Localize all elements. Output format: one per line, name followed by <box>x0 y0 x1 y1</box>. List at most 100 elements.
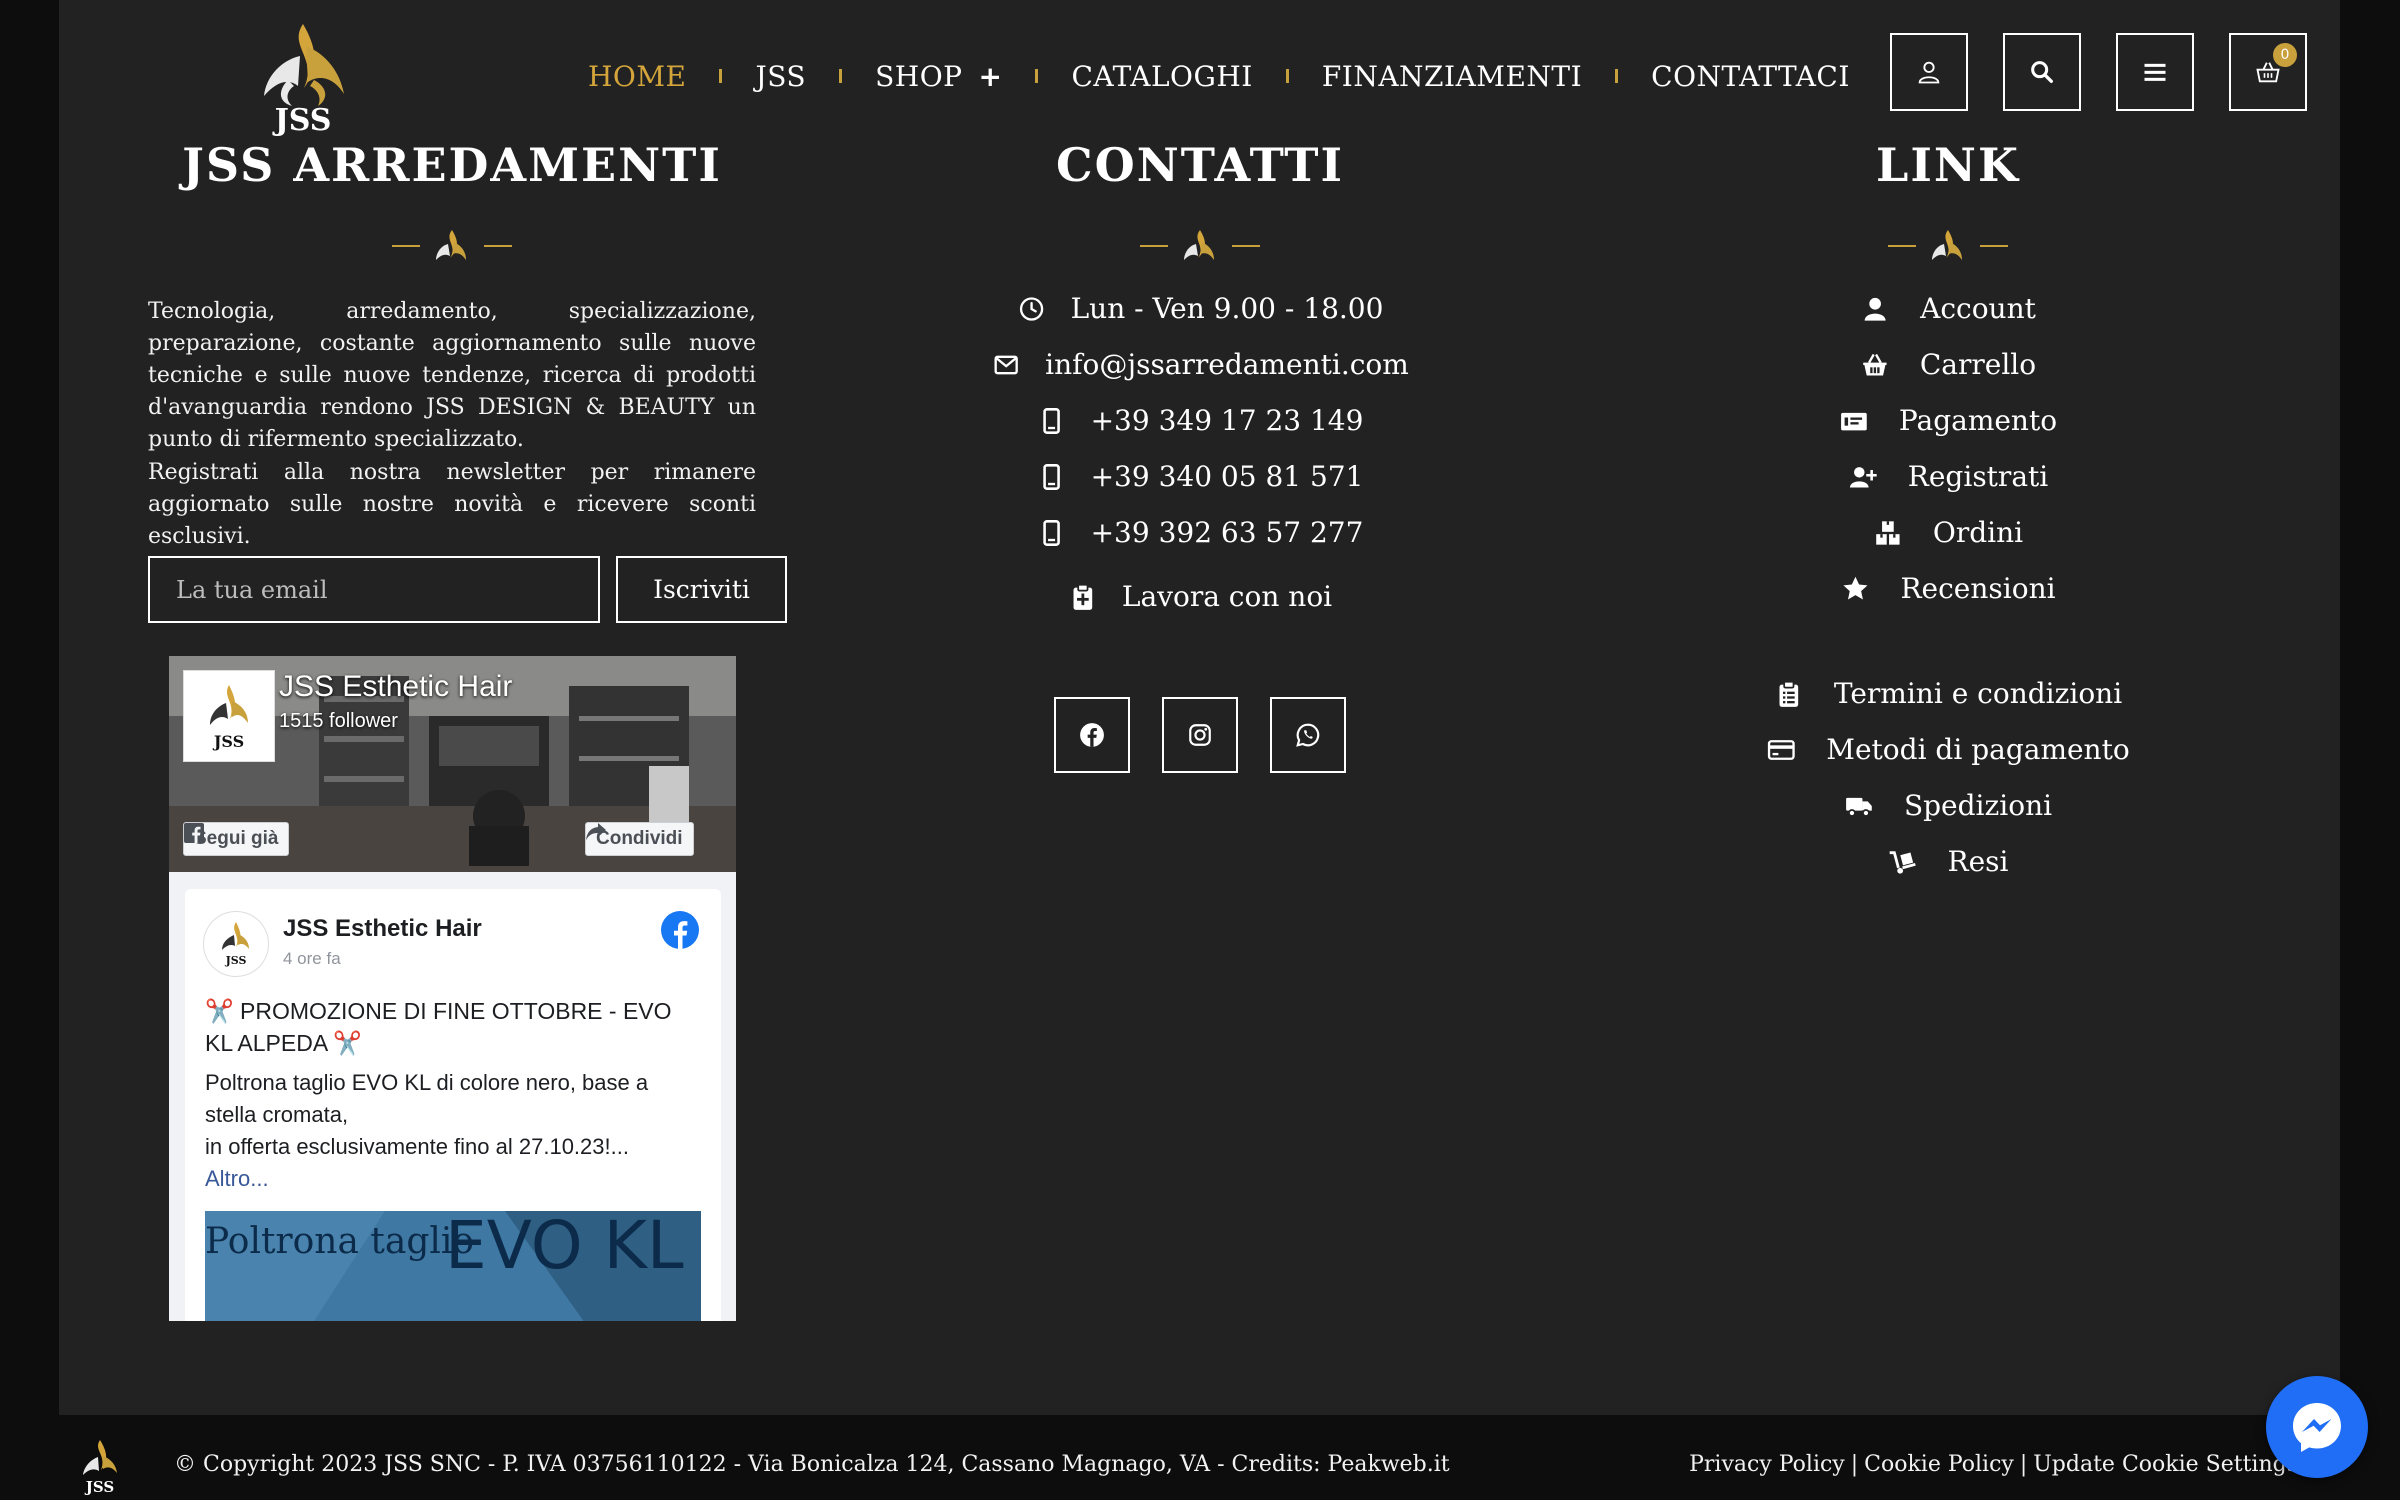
boxes-icon <box>1876 520 1900 545</box>
contact-phone-text[interactable]: +39 349 17 23 149 <box>1091 404 1364 437</box>
cart-count-badge: 0 <box>2273 43 2297 67</box>
star-icon <box>1843 576 1868 599</box>
facebook-share-button[interactable]: Condividi <box>585 822 694 856</box>
nav-shop[interactable]: SHOP + <box>875 60 1002 93</box>
link-payment-label[interactable]: Pagamento <box>1899 404 2057 437</box>
link-shipping[interactable]: Spedizioni <box>1844 789 2052 822</box>
link-terms[interactable]: Termini e condizioni <box>1774 677 2122 710</box>
link-reviews-label[interactable]: Recensioni <box>1900 572 2055 605</box>
mobile-phone-icon <box>1043 463 1060 490</box>
facebook-icon <box>1080 723 1104 747</box>
facebook-icon[interactable] <box>661 911 699 949</box>
link-reviews[interactable]: Recensioni <box>1840 572 2056 605</box>
facebook-social-button[interactable] <box>1054 697 1130 773</box>
facebook-cover-photo[interactable]: JSS JSS Esthetic Hair 1515 follower Segu… <box>169 656 736 872</box>
nav-finanziamenti[interactable]: FINANZIAMENTI <box>1322 60 1582 93</box>
contact-phone-2[interactable]: +39 340 05 81 571 <box>1037 460 1364 493</box>
link-account[interactable]: Account <box>1860 292 2036 325</box>
gold-divider <box>392 230 512 260</box>
mobile-phone-icon <box>1043 407 1060 434</box>
user-icon <box>1864 297 1886 321</box>
link-orders-label[interactable]: Ordini <box>1933 516 2023 549</box>
account-button[interactable] <box>1890 33 1968 111</box>
jss-logo[interactable]: JSS <box>248 16 358 138</box>
gold-divider <box>1888 230 2008 260</box>
nav-home[interactable]: HOME <box>588 60 686 93</box>
cart-button[interactable]: 0 <box>2229 33 2307 111</box>
nav-cataloghi[interactable]: CATALOGHI <box>1071 60 1252 93</box>
cookie-policy-link[interactable]: Cookie Policy <box>1864 1452 2014 1477</box>
link-payment[interactable]: Pagamento <box>1839 404 2057 437</box>
whatsapp-social-button[interactable] <box>1270 697 1346 773</box>
cookie-settings-link[interactable]: Update Cookie Settings <box>2033 1452 2298 1477</box>
about-title: JSS ARREDAMENTI <box>182 138 722 192</box>
contact-careers[interactable]: Lavora con noi <box>1068 580 1332 613</box>
menu-button[interactable] <box>2116 33 2194 111</box>
dolly-icon <box>1889 850 1916 874</box>
link-returns-label[interactable]: Resi <box>1948 845 2009 878</box>
messenger-icon <box>2293 1403 2341 1452</box>
link-orders[interactable]: Ordini <box>1873 516 2023 549</box>
post-image[interactable]: Poltrona taglio EVO KL <box>205 1211 701 1321</box>
basket-icon <box>1863 353 1887 375</box>
contact-email-text[interactable]: info@jssarredamenti.com <box>1045 348 1409 381</box>
nav-separator <box>1035 69 1039 83</box>
post-timestamp[interactable]: 4 ore fa <box>283 949 341 969</box>
links-title: LINK <box>1876 138 2020 192</box>
post-image-title: EVO KL <box>445 1211 684 1284</box>
nav-contattaci[interactable]: CONTATTACI <box>1651 60 1850 93</box>
contact-hours-text: Lun - Ven 9.00 - 18.00 <box>1070 292 1384 325</box>
search-button[interactable] <box>2003 33 2081 111</box>
post-body-text: Poltrona taglio EVO KL di colore nero, b… <box>205 1070 649 1159</box>
link-returns[interactable]: Resi <box>1888 845 2009 878</box>
post-author-avatar[interactable]: JSS <box>203 911 269 977</box>
facebook-page-avatar[interactable]: JSS <box>183 670 275 762</box>
link-register[interactable]: Registrati <box>1848 460 2048 493</box>
footer-logo-text: JSS <box>84 1478 114 1495</box>
search-icon <box>2031 61 2053 83</box>
post-body: Poltrona taglio EVO KL di colore nero, b… <box>205 1067 705 1195</box>
messenger-chat-button[interactable] <box>2266 1376 2368 1478</box>
link-payment-methods[interactable]: Metodi di pagamento <box>1766 733 2130 766</box>
post-more-link[interactable]: Altro... <box>205 1163 705 1195</box>
contact-phone-1[interactable]: +39 349 17 23 149 <box>1037 404 1364 437</box>
contact-hours: Lun - Ven 9.00 - 18.00 <box>1017 292 1384 325</box>
contacts-title: CONTATTI <box>1056 138 1344 192</box>
facebook-follow-button[interactable]: Segui già <box>183 822 290 856</box>
facebook-page-widget: JSS JSS Esthetic Hair 1515 follower Segu… <box>169 656 736 1321</box>
link-register-label[interactable]: Registrati <box>1908 460 2048 493</box>
link-shipping-label[interactable]: Spedizioni <box>1904 789 2052 822</box>
link-cart[interactable]: Carrello <box>1860 348 2036 381</box>
facebook-share-label: Condividi <box>596 828 683 849</box>
money-check-icon <box>1841 412 1867 430</box>
logo-text: JSS <box>272 103 332 136</box>
facebook-page-name[interactable]: JSS Esthetic Hair <box>279 670 512 704</box>
contact-phone-text[interactable]: +39 392 63 57 277 <box>1091 516 1364 549</box>
legal-links: Privacy Policy | Cookie Policy | Update Cook… <box>1689 1452 2298 1477</box>
contact-careers-text[interactable]: Lavora con noi <box>1122 580 1332 613</box>
nav-separator <box>839 69 843 83</box>
link-cart-label[interactable]: Carrello <box>1920 348 2036 381</box>
avatar-logo-text: JSS <box>212 732 244 751</box>
footer-logo[interactable]: JSS <box>74 1437 126 1496</box>
contact-email[interactable]: info@jssarredamenti.com <box>991 348 1409 381</box>
user-icon <box>1918 61 1940 84</box>
post-title: ✂️ PROMOZIONE DI FINE OTTOBRE - EVO KL A… <box>205 998 672 1056</box>
link-payment-methods-label[interactable]: Metodi di pagamento <box>1826 733 2129 766</box>
contact-phone-text[interactable]: +39 340 05 81 571 <box>1091 460 1364 493</box>
submenu-plus-icon[interactable]: + <box>979 60 1003 93</box>
nav-separator <box>1285 69 1289 83</box>
link-account-label[interactable]: Account <box>1920 292 2036 325</box>
link-terms-label[interactable]: Termini e condizioni <box>1834 677 2122 710</box>
subscribe-button[interactable]: Iscriviti <box>616 556 787 623</box>
instagram-social-button[interactable] <box>1162 697 1238 773</box>
instagram-icon <box>1189 724 1211 746</box>
newsletter-email-input[interactable] <box>148 556 600 623</box>
privacy-policy-link[interactable]: Privacy Policy <box>1689 1452 1845 1477</box>
credit-card-icon <box>1767 739 1795 760</box>
contact-phone-3[interactable]: +39 392 63 57 277 <box>1037 516 1364 549</box>
nav-jss[interactable]: JSS <box>755 60 806 93</box>
mobile-phone-icon <box>1043 519 1060 546</box>
copyright-text: © Copyright 2023 JSS SNC - P. IVA 037561… <box>174 1452 1450 1477</box>
post-author-name[interactable]: JSS Esthetic Hair <box>283 915 482 943</box>
